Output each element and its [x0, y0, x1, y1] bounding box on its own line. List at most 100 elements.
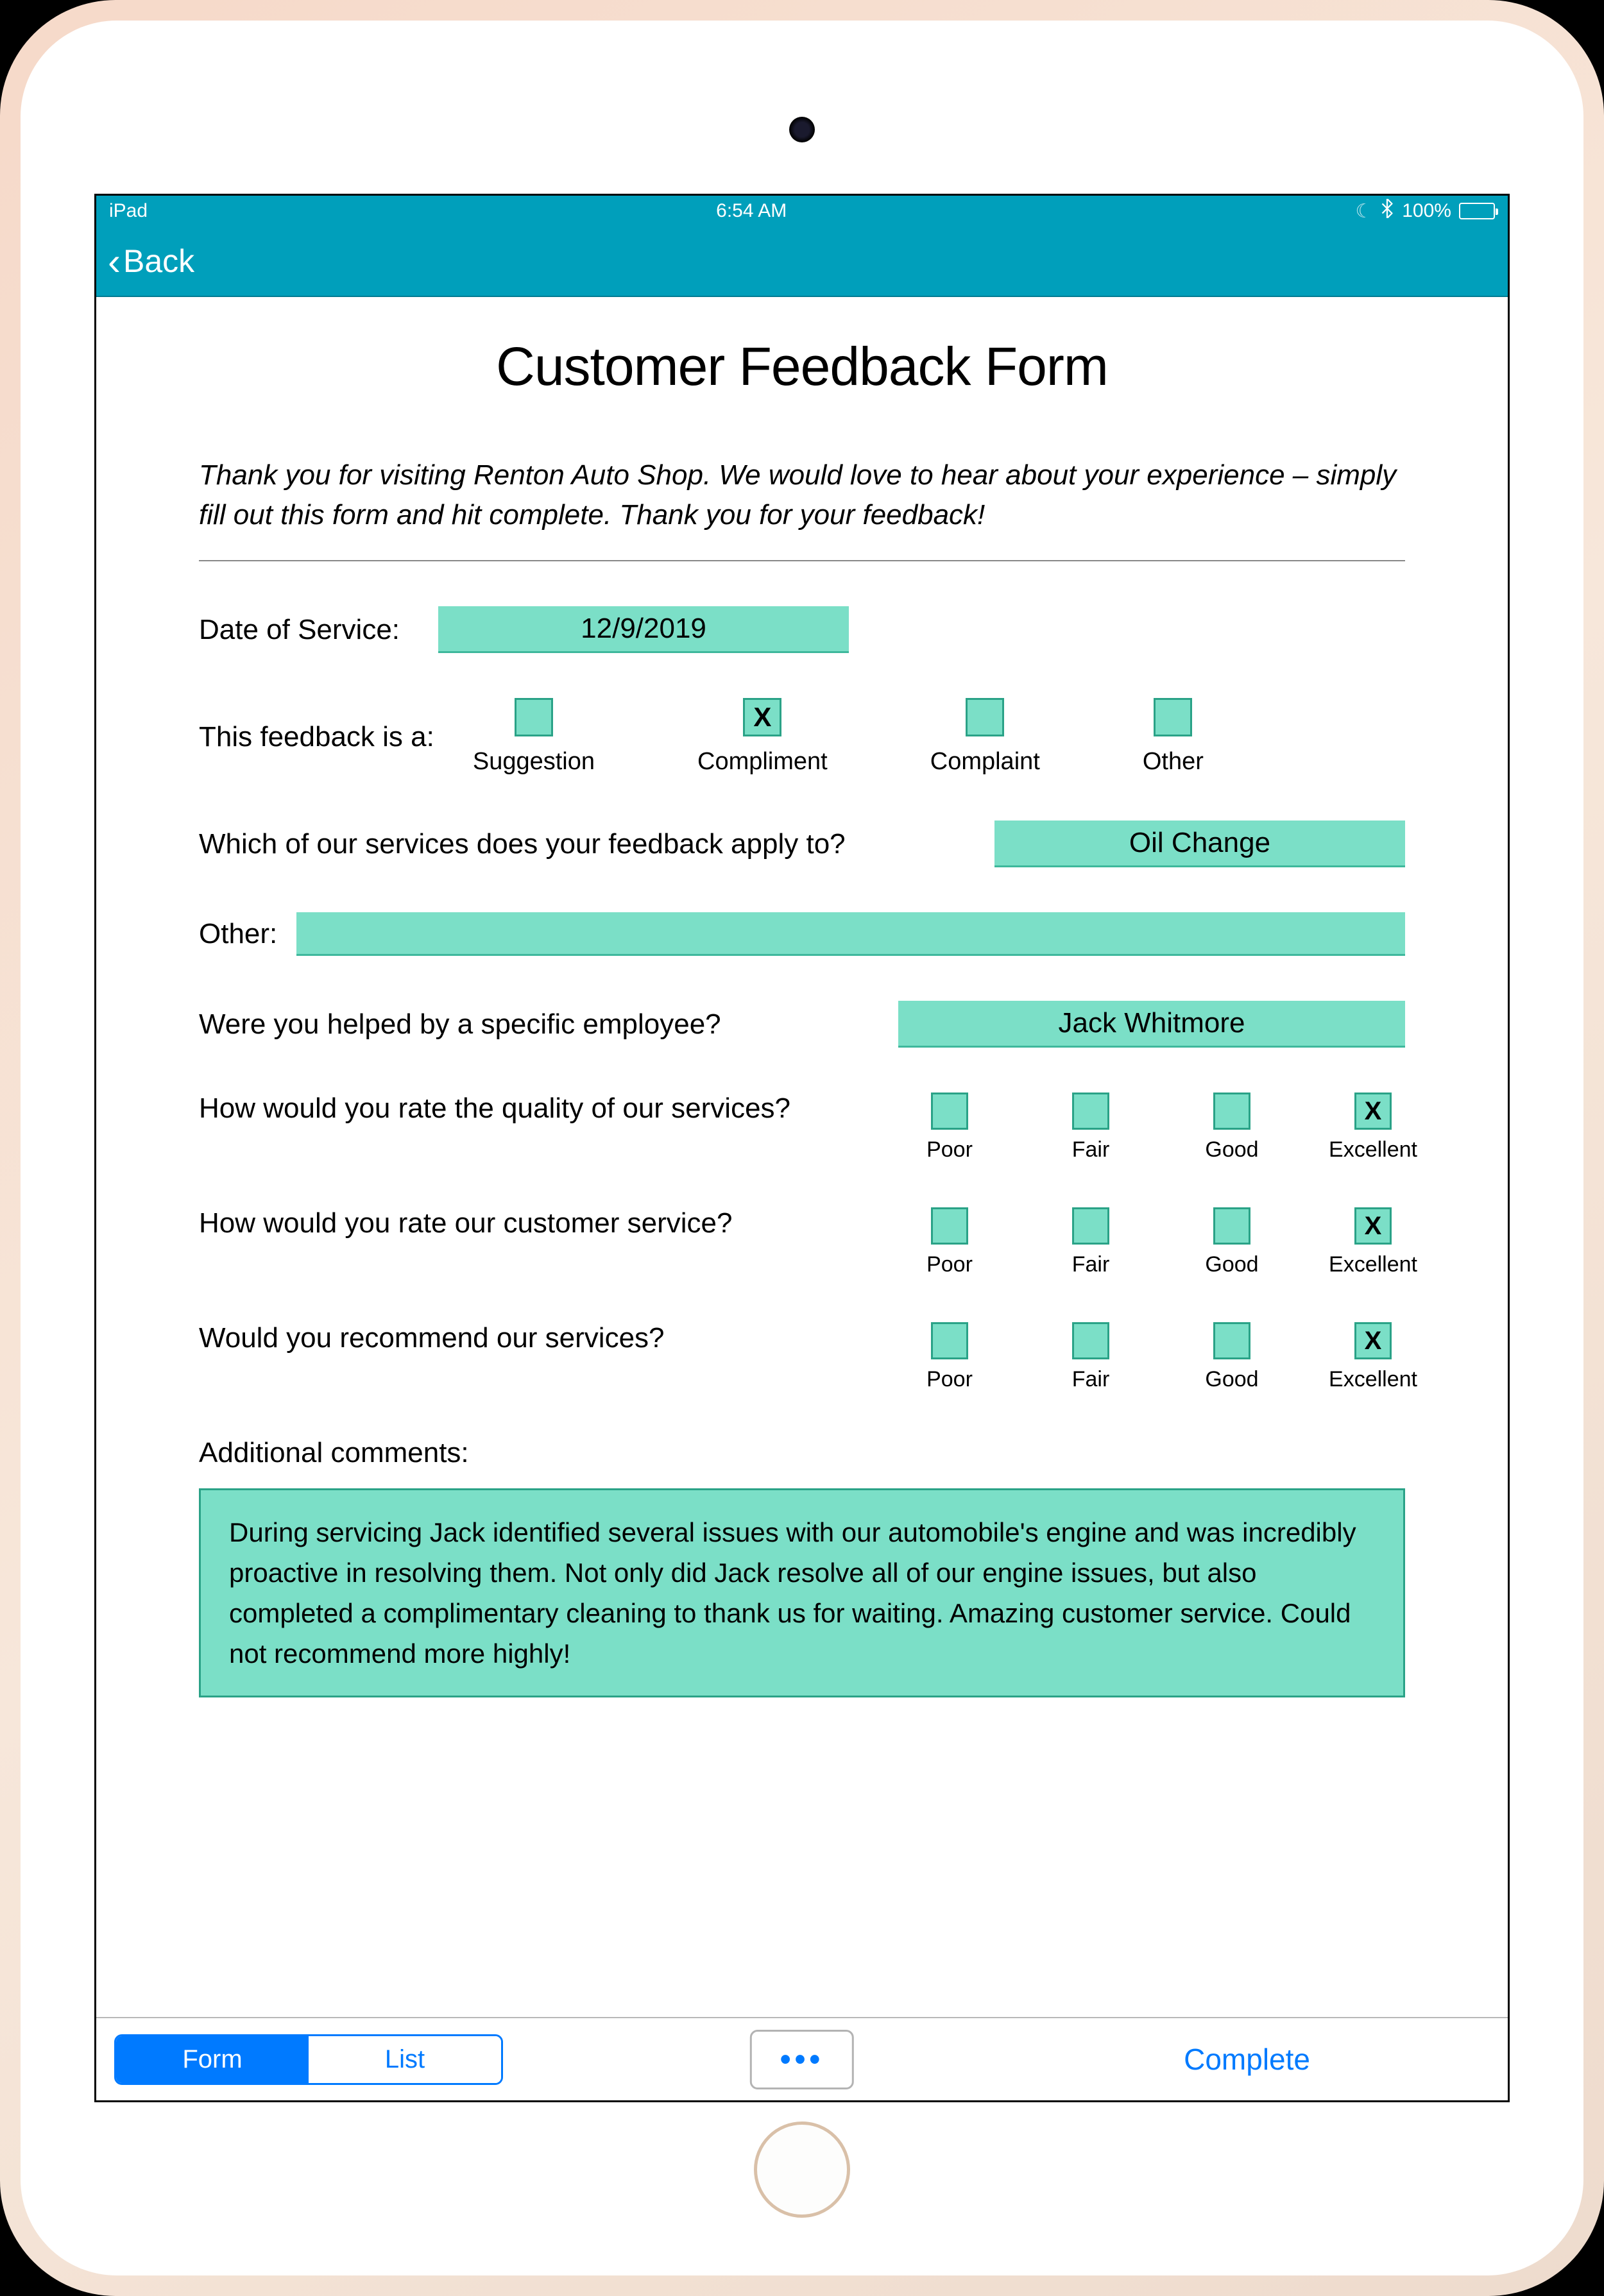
rating-label: Poor	[926, 1137, 973, 1162]
rating-option: Good	[1200, 1093, 1264, 1162]
rating-option: Poor	[917, 1207, 982, 1277]
rating-label: Excellent	[1329, 1252, 1417, 1277]
other-field[interactable]	[296, 912, 1405, 956]
rating-option: Poor	[917, 1322, 982, 1392]
type-label: This feedback is a:	[199, 721, 434, 753]
rating-label: Fair	[1072, 1137, 1110, 1162]
feedback-type-row: This feedback is a: Suggestion X Complimen…	[199, 698, 1405, 776]
screen: iPad 6:54 AM ☾ 100% ‹ Back Custo	[94, 194, 1510, 2102]
comments-field[interactable]: During servicing Jack identified several…	[199, 1488, 1405, 1697]
tab-form[interactable]: Form	[116, 2036, 309, 2083]
type-checkbox[interactable]: X	[743, 698, 781, 736]
rating-checkbox[interactable]	[931, 1207, 968, 1245]
rating-option: Good	[1200, 1207, 1264, 1277]
type-checkbox-label: Compliment	[697, 748, 828, 776]
rating-question: How would you rate the quality of our se…	[199, 1093, 790, 1125]
rating-option: Poor	[917, 1093, 982, 1162]
bluetooth-icon	[1380, 199, 1394, 223]
type-checkbox[interactable]	[1154, 698, 1192, 736]
type-option: X Compliment	[697, 698, 828, 776]
clock: 6:54 AM	[716, 200, 787, 222]
rating-group: Poor Fair Good XExcellent	[917, 1093, 1405, 1162]
complete-button[interactable]: Complete	[1184, 2042, 1310, 2077]
rating-label: Poor	[926, 1252, 973, 1277]
tablet-bezel: iPad 6:54 AM ☾ 100% ‹ Back Custo	[21, 21, 1583, 2275]
rating-option: Good	[1200, 1322, 1264, 1392]
rating-checkbox[interactable]	[1072, 1207, 1109, 1245]
service-row: Which of our services does your feedback…	[199, 821, 1405, 867]
view-segmented-control: Form List	[114, 2034, 503, 2085]
type-checkbox[interactable]	[515, 698, 553, 736]
rating-checkbox[interactable]	[931, 1322, 968, 1359]
rating-checkbox[interactable]	[1072, 1322, 1109, 1359]
rating-checkbox[interactable]: X	[1354, 1093, 1392, 1130]
type-checkbox-group: Suggestion X Compliment Complaint Other	[473, 698, 1204, 776]
rating-checkbox[interactable]: X	[1354, 1322, 1392, 1359]
back-label: Back	[123, 242, 194, 280]
status-right: ☾ 100%	[1355, 199, 1495, 223]
rating-checkbox[interactable]	[1213, 1093, 1250, 1130]
rating-option: Fair	[1059, 1093, 1123, 1162]
service-label: Which of our services does your feedback…	[199, 828, 846, 860]
tablet-frame: iPad 6:54 AM ☾ 100% ‹ Back Custo	[0, 0, 1604, 2296]
rating-group: Poor Fair Good XExcellent	[917, 1207, 1405, 1277]
rating-label: Good	[1205, 1137, 1258, 1162]
service-field[interactable]: Oil Change	[994, 821, 1405, 867]
more-button[interactable]: •••	[750, 2030, 854, 2089]
battery-icon	[1459, 203, 1495, 219]
rating-option: Fair	[1059, 1207, 1123, 1277]
type-option: Suggestion	[473, 698, 595, 776]
rating-checkbox[interactable]: X	[1354, 1207, 1392, 1245]
rating-label: Good	[1205, 1367, 1258, 1392]
comments-label: Additional comments:	[199, 1437, 1405, 1469]
rating-label: Good	[1205, 1252, 1258, 1277]
form-content: Customer Feedback Form Thank you for vis…	[96, 297, 1508, 2017]
rating-group: Poor Fair Good XExcellent	[917, 1322, 1405, 1392]
page-title: Customer Feedback Form	[199, 336, 1405, 398]
rating-checkbox[interactable]	[1213, 1322, 1250, 1359]
home-button[interactable]	[754, 2122, 850, 2218]
ratings-container: How would you rate the quality of our se…	[199, 1093, 1405, 1392]
rating-row: Would you recommend our services? Poor Fai…	[199, 1322, 1405, 1392]
rating-label: Excellent	[1329, 1137, 1417, 1162]
rating-option: XExcellent	[1341, 1207, 1405, 1277]
rating-checkbox[interactable]	[1072, 1093, 1109, 1130]
nav-bar: ‹ Back	[96, 226, 1508, 297]
type-checkbox[interactable]	[966, 698, 1004, 736]
rating-checkbox[interactable]	[1213, 1207, 1250, 1245]
employee-label: Were you helped by a specific employee?	[199, 1008, 721, 1041]
tab-list[interactable]: List	[309, 2036, 501, 2083]
rating-row: How would you rate our customer service?…	[199, 1207, 1405, 1277]
rating-label: Fair	[1072, 1367, 1110, 1392]
bottom-toolbar: Form List ••• Complete	[96, 2017, 1508, 2100]
employee-row: Were you helped by a specific employee? …	[199, 1001, 1405, 1048]
rating-checkbox[interactable]	[931, 1093, 968, 1130]
employee-field[interactable]: Jack Whitmore	[898, 1001, 1405, 1048]
date-row: Date of Service: 12/9/2019	[199, 606, 1405, 653]
device-label: iPad	[109, 200, 148, 222]
date-label: Date of Service:	[199, 614, 400, 646]
do-not-disturb-icon: ☾	[1355, 200, 1372, 223]
rating-option: Fair	[1059, 1322, 1123, 1392]
rating-label: Poor	[926, 1367, 973, 1392]
status-bar: iPad 6:54 AM ☾ 100%	[96, 196, 1508, 226]
rating-option: XExcellent	[1341, 1093, 1405, 1162]
rating-option: XExcellent	[1341, 1322, 1405, 1392]
date-field[interactable]: 12/9/2019	[438, 606, 849, 653]
type-checkbox-label: Other	[1143, 748, 1204, 776]
type-option: Other	[1143, 698, 1204, 776]
other-label: Other:	[199, 918, 277, 950]
rating-label: Fair	[1072, 1252, 1110, 1277]
divider	[199, 560, 1405, 561]
type-checkbox-label: Complaint	[930, 748, 1040, 776]
type-option: Complaint	[930, 698, 1040, 776]
intro-text: Thank you for visiting Renton Auto Shop.…	[199, 455, 1405, 534]
back-button[interactable]: ‹ Back	[108, 239, 194, 284]
type-checkbox-label: Suggestion	[473, 748, 595, 776]
rating-question: How would you rate our customer service?	[199, 1207, 732, 1239]
rating-question: Would you recommend our services?	[199, 1322, 665, 1354]
rating-label: Excellent	[1329, 1367, 1417, 1392]
battery-percent: 100%	[1402, 200, 1451, 222]
rating-row: How would you rate the quality of our se…	[199, 1093, 1405, 1162]
chevron-left-icon: ‹	[108, 239, 121, 284]
